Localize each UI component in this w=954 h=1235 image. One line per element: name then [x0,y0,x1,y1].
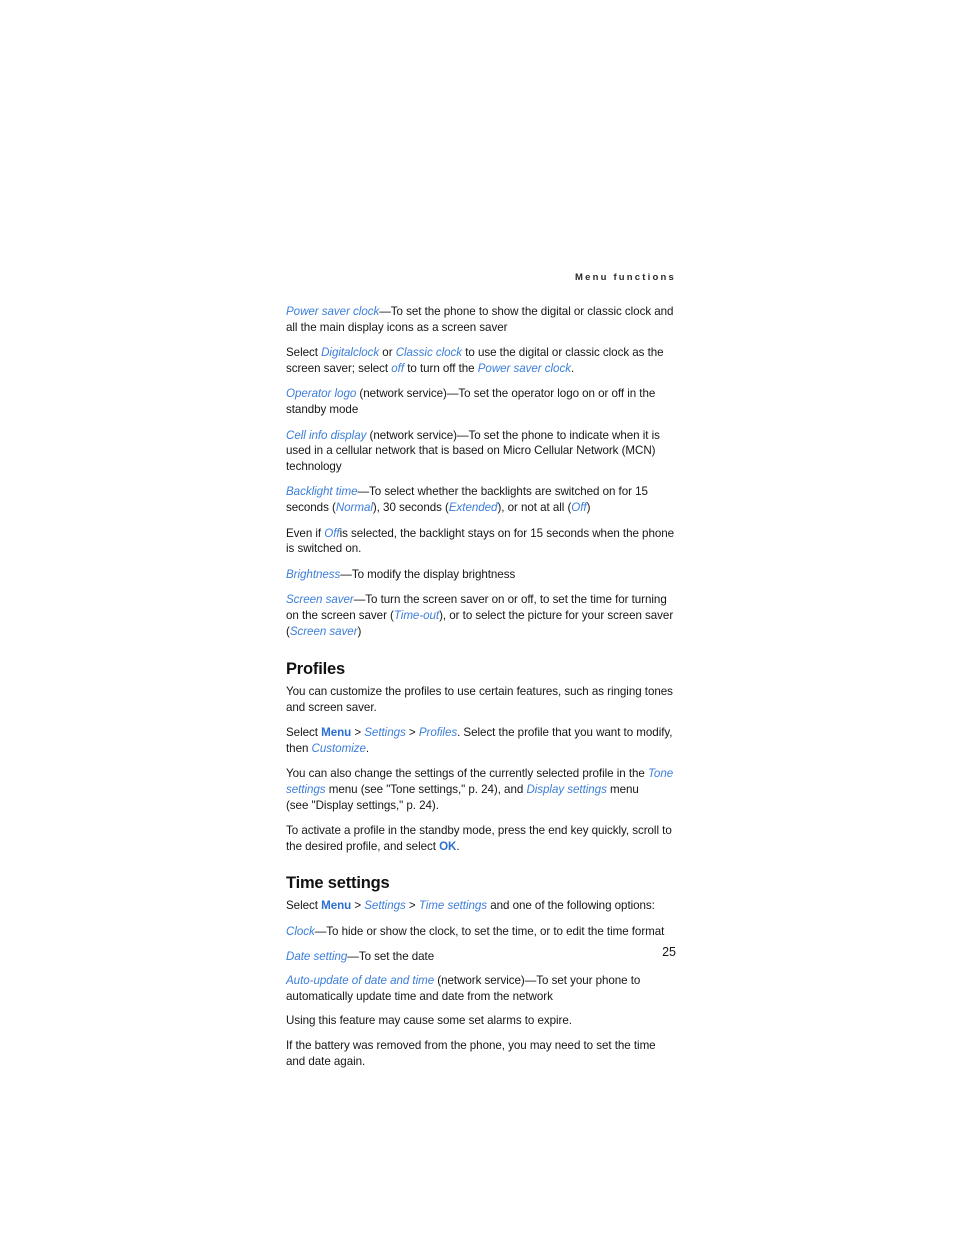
ui-term-off: off [391,361,405,375]
text-mid: to turn off the [404,361,478,375]
ui-term-cell-info-display: Cell info display [286,428,367,442]
ui-term-digitalclock: Digitalclock [321,346,380,360]
paragraph-profiles-activate: To activate a profile in the standby mod… [286,823,676,854]
ui-term-ok: OK [439,839,457,853]
ui-term-time-settings: Time settings [418,899,488,913]
ui-term-settings: Settings [364,726,406,740]
paragraph-text: —To hide or show the clock, to set the t… [314,925,665,939]
paragraph-screen-saver: Screen saver—To turn the screen saver on… [286,592,676,639]
paragraph-power-saver-clock: Power saver clock—To set the phone to sh… [286,304,676,335]
ui-term-auto-update-of-date-and-time: Auto-update of date and time [286,974,435,988]
paragraph-cell-info-display: Cell info display (network service)—To s… [286,428,676,475]
ui-term-menu: Menu [321,899,352,913]
text-line3: (see "Display settings," p. 24). [286,798,439,812]
ui-term-operator-logo: Operator logo [286,387,357,401]
section-heading-profiles: Profiles [286,660,345,679]
ui-term-display-settings: Display settings [526,783,607,797]
ui-term-classic-clock: Classic clock [395,346,463,360]
ui-term-backlight-time: Backlight time [286,485,358,499]
paragraph-backlight-note: Even if Offis selected, the backlight st… [286,526,676,557]
text-mid: or [379,346,396,360]
ui-term-menu: Menu [321,726,352,740]
ui-term-brightness: Brightness [286,567,341,581]
text-mid: ), 30 seconds ( [372,500,449,514]
running-header: Menu functions [575,272,676,283]
ui-term-power-saver-clock: Power saver clock [286,305,380,318]
paragraph-clock: Clock—To hide or show the clock, to set … [286,924,676,940]
text-tail: . [365,741,370,755]
ui-term-normal: Normal [335,500,373,514]
path-separator: > [351,899,365,913]
text-lead: Select [286,726,322,740]
text-mid: menu [606,783,639,797]
ui-term-extended: Extended [448,500,498,514]
text-lead: Select [286,899,322,913]
section-heading-time-settings: Time settings [286,874,390,893]
paragraph-text: —To modify the display brightness [340,567,516,581]
text-tail: . [456,839,460,853]
page-number: 25 [662,945,676,959]
ui-term-profiles: Profiles [418,726,458,740]
ui-term-off: Off [324,526,340,540]
manual-page: Menu functions Power saver clock—To set … [0,0,954,1235]
path-separator: > [351,726,365,740]
text-lead: Even if [286,526,325,540]
text-tail: and one of the following options: [487,899,655,913]
paragraph-alarm-note: Using this feature may cause some set al… [286,1014,572,1028]
text-tail: . [570,361,575,375]
paragraph-battery-note: If the battery was removed from the phon… [286,1039,656,1068]
ui-term-power-saver-clock: Power saver clock [477,361,571,375]
paragraph-backlight-time: Backlight time—To select whether the bac… [286,484,676,515]
ui-term-screen-saver: Screen saver [289,624,358,638]
text-lead: To activate a profile in the standby mod… [286,824,672,853]
paragraph-operator-logo: Operator logo (network service)—To set t… [286,386,676,417]
text-tail: ) [357,624,362,638]
text-mid: menu (see "Tone settings," p. 24), and [325,783,527,797]
text-lead: Select [286,346,322,360]
text-tail: ) [586,500,591,514]
paragraph-auto-update: Auto-update of date and time (network se… [286,973,676,1004]
text-lead: You can also change the settings of the … [286,767,648,781]
paragraph-profiles-intro: You can customize the profiles to use ce… [286,685,673,714]
paragraph-select-clock-type: Select Digitalclock or Classic clock to … [286,345,676,376]
text-mid: ), or not at all ( [497,500,572,514]
paragraph-profiles-settings-menus: You can also change the settings of the … [286,766,676,813]
ui-term-settings: Settings [364,899,406,913]
ui-term-customize: Customize [311,741,366,755]
ui-term-clock: Clock [286,925,315,939]
paragraph-time-settings-path: Select Menu > Settings > Time settings a… [286,898,676,914]
ui-term-time-out: Time-out [393,608,440,622]
path-separator: > [405,726,419,740]
paragraph-text: is selected, the backlight stays on for … [286,526,675,556]
paragraph-brightness: Brightness—To modify the display brightn… [286,567,676,583]
ui-term-off: Off [571,500,587,514]
path-separator: > [405,899,419,913]
paragraph-profiles-path: Select Menu > Settings > Profiles. Selec… [286,725,676,756]
ui-term-screen-saver: Screen saver [286,593,354,607]
